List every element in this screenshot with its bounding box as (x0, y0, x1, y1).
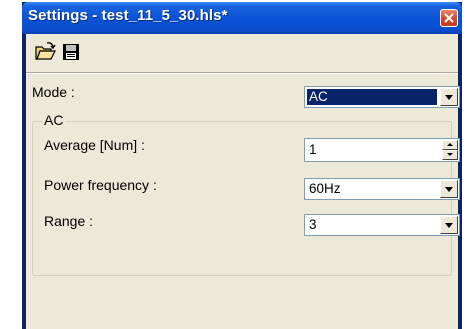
range-label: Range : (44, 213, 94, 229)
folder-open-icon (35, 42, 56, 60)
power-frequency-label: Power frequency : (44, 177, 157, 193)
settings-panel: Mode : AC AC Average [Num] : 1 Power fre… (26, 34, 460, 329)
toolbar-separator (26, 72, 458, 74)
average-value: 1 (309, 142, 317, 157)
average-label: Average [Num] : (44, 137, 145, 153)
power-frequency-select[interactable]: 60Hz (304, 178, 460, 200)
range-value: 3 (309, 217, 317, 232)
title-bar[interactable]: Settings - test_11_5_30.hls* (22, 2, 462, 34)
floppy-save-icon (63, 44, 79, 60)
mode-select[interactable]: AC (304, 86, 460, 108)
power-frequency-value: 60Hz (309, 181, 341, 196)
average-stepper[interactable]: 1 (304, 138, 460, 162)
chevron-down-icon[interactable] (440, 88, 458, 106)
range-select[interactable]: 3 (304, 214, 460, 236)
close-icon (444, 13, 454, 23)
chevron-down-icon[interactable] (440, 216, 458, 234)
close-button[interactable] (440, 9, 458, 27)
window-title: Settings - test_11_5_30.hls* (28, 7, 228, 24)
open-button[interactable] (34, 41, 56, 63)
toolbar (26, 34, 458, 72)
ac-group-title: AC (42, 112, 66, 128)
mode-value: AC (307, 89, 437, 105)
settings-window: Settings - test_11_5_30.hls* Mode: AC A… (22, 2, 462, 329)
spin-down-icon[interactable] (442, 150, 458, 160)
chevron-down-icon[interactable] (440, 180, 458, 198)
save-button[interactable] (60, 41, 82, 63)
spin-up-icon[interactable] (442, 140, 458, 150)
mode-label: Mode : (32, 84, 75, 100)
